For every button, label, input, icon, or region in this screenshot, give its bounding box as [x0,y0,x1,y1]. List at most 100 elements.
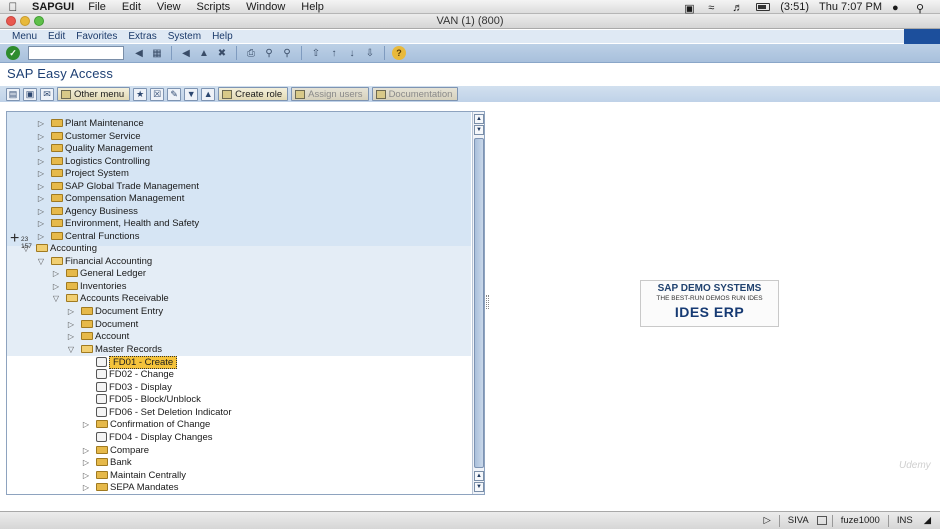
sap-menu-icon[interactable]: ▣ [23,87,37,101]
collapse-triangle-icon[interactable]: ▽ [52,294,60,303]
save-icon[interactable]: ▦ [150,46,164,60]
volume-icon[interactable]: ♬ [732,2,746,14]
other-menu-button[interactable]: Other menu [57,87,131,101]
collapse-triangle-icon[interactable]: ▽ [37,257,45,266]
command-field[interactable] [28,46,124,60]
sap-menu-extras[interactable]: Extras [128,31,156,42]
cancel-icon[interactable]: ✖ [215,46,229,60]
expand-triangle-icon[interactable]: ▷ [37,232,45,241]
menu-tree-panel[interactable]: ▷ Plant Maintenance ▷ Customer Service ▷ Qu… [6,111,485,495]
business-workplace-icon[interactable]: ✉ [40,87,54,101]
apple-icon[interactable]:  [0,0,26,14]
previous-page-icon[interactable]: ↑ [327,46,341,60]
sap-menu-edit[interactable]: Edit [48,31,65,42]
expand-triangle-icon[interactable]: ▷ [37,182,45,191]
resize-grip-icon[interactable]: ◢ [921,515,934,526]
expand-triangle-icon[interactable]: ▷ [82,458,90,467]
status-expand-icon[interactable]: ▷ [760,515,773,526]
change-favorite-icon[interactable]: ✎ [167,87,182,101]
sap-menu-help[interactable]: Help [212,31,233,42]
sap-menu-favorites[interactable]: Favorites [76,31,117,42]
expand-triangle-icon[interactable]: ▷ [67,332,75,341]
command-history-icon[interactable]: ◀ [132,46,146,60]
create-role-button[interactable]: Create role [218,87,289,101]
system-info-icon[interactable] [816,516,827,525]
expand-triangle-icon[interactable]: ▷ [37,219,45,228]
tree-node-accounts-receivable[interactable]: ▽ Accounts Receivable [52,292,169,304]
expand-triangle-icon[interactable]: ▷ [82,483,90,492]
screen-record-icon[interactable]: ▣ [684,2,698,15]
last-page-icon[interactable]: ⇩ [363,46,377,60]
expand-triangle-icon[interactable]: ▷ [37,132,45,141]
tree-transaction-fd06[interactable]: FD06 - Set Deletion Indicator [96,406,232,418]
sap-menu-menu[interactable]: Menu [12,31,37,42]
enter-checkmark-icon[interactable]: ✓ [6,46,20,60]
tree-node-accounting[interactable]: ▽ Accounting [22,242,97,254]
tree-node[interactable]: ▷ Logistics Controlling [37,155,150,167]
tree-node[interactable]: ▷ Central Functions [37,230,140,242]
scroll-up-top-icon[interactable]: ▲ [474,114,484,124]
tree-node-account[interactable]: ▷ Account [67,330,129,342]
tree-node-document[interactable]: ▷ Document [67,318,138,330]
spotlight-search-icon[interactable]: ⚲ [916,2,930,15]
expand-triangle-icon[interactable]: ▷ [37,157,45,166]
expand-triangle-icon[interactable]: ▷ [67,320,75,329]
tree-transaction-fd05[interactable]: FD05 - Block/Unblock [96,393,201,405]
scroll-up-icon[interactable]: ▲ [474,471,484,481]
first-page-icon[interactable]: ⇧ [309,46,323,60]
expand-triangle-icon[interactable]: ▷ [67,307,75,316]
tree-node-general-ledger[interactable]: ▷ General Ledger [52,267,146,279]
tree-transaction-fd02[interactable]: FD02 - Change [96,368,174,380]
expand-triangle-icon[interactable]: ▷ [37,207,45,216]
sap-menu-system[interactable]: System [168,31,201,42]
mac-menu-view[interactable]: View [157,1,181,13]
expand-triangle-icon[interactable]: ▷ [82,446,90,455]
tree-node[interactable]: ▷ Compensation Management [37,192,184,204]
app-menu[interactable]: SAPGUI [32,1,74,13]
tree-node-master-records[interactable]: ▽ Master Records [67,343,162,355]
tree-transaction-fd03[interactable]: FD03 - Display [96,381,172,393]
delete-favorite-icon[interactable]: ☒ [150,87,165,101]
tree-node[interactable]: ▷ Quality Management [37,142,153,154]
print-icon[interactable]: ⎙ [244,46,258,60]
battery-icon[interactable] [756,2,771,11]
tree-node-document-entry[interactable]: ▷ Document Entry [67,305,163,317]
mac-menu-scripts[interactable]: Scripts [197,1,231,13]
find-icon[interactable]: ⚲ [262,46,276,60]
find-next-icon[interactable]: ⚲ [280,46,294,60]
documentation-button[interactable]: Documentation [371,87,459,101]
tree-node[interactable]: ▷ Project System [37,167,129,179]
expand-triangle-icon[interactable]: ▷ [52,269,60,278]
tree-node-compare[interactable]: ▷ Compare [82,444,149,456]
wifi-icon[interactable]: ≈ [708,2,722,14]
expand-triangle-icon[interactable]: ▷ [82,471,90,480]
expand-triangle-icon[interactable]: ▷ [37,194,45,203]
tree-node[interactable]: ▷ SAP Global Trade Management [37,180,199,192]
tree-vertical-scrollbar[interactable]: ▲ ▼ ▲ ▼ [472,112,484,494]
assign-users-button[interactable]: Assign users [291,87,369,101]
expand-triangle-icon[interactable]: ▷ [37,169,45,178]
scrollbar-thumb[interactable] [474,138,484,468]
tree-node-maintain-centrally[interactable]: ▷ Maintain Centrally [82,469,186,481]
move-favorite-down-icon[interactable]: ▼ [184,87,199,101]
expand-triangle-icon[interactable]: ▷ [37,144,45,153]
tree-node-bank[interactable]: ▷ Bank [82,456,132,468]
tree-node-financial-accounting[interactable]: ▽ Financial Accounting [37,255,152,267]
expand-triangle-icon[interactable]: ▷ [37,119,45,128]
help-icon[interactable]: ? [392,46,406,60]
tree-transaction-fd01[interactable]: FD01 - Create [96,355,178,369]
scroll-down-top-icon[interactable]: ▼ [474,125,484,135]
panel-splitter-handle[interactable] [486,295,489,309]
tree-node[interactable]: ▷ Plant Maintenance [37,117,144,129]
scroll-down-icon[interactable]: ▼ [474,482,484,492]
tree-node[interactable]: ▷ Environment, Health and Safety [37,217,199,229]
expand-triangle-icon[interactable]: ▷ [52,282,60,291]
mac-menu-window[interactable]: Window [246,1,285,13]
mac-menu-file[interactable]: File [88,1,106,13]
collapse-triangle-icon[interactable]: ▽ [67,345,75,354]
add-favorite-icon[interactable]: ★ [133,87,148,101]
user-menu-icon[interactable]: ▤ [6,87,20,101]
clock[interactable]: Thu 7:07 PM [819,1,882,13]
tree-node-sepa-mandates[interactable]: ▷ SEPA Mandates [82,481,179,493]
tree-node[interactable]: ▷ Customer Service [37,130,141,142]
